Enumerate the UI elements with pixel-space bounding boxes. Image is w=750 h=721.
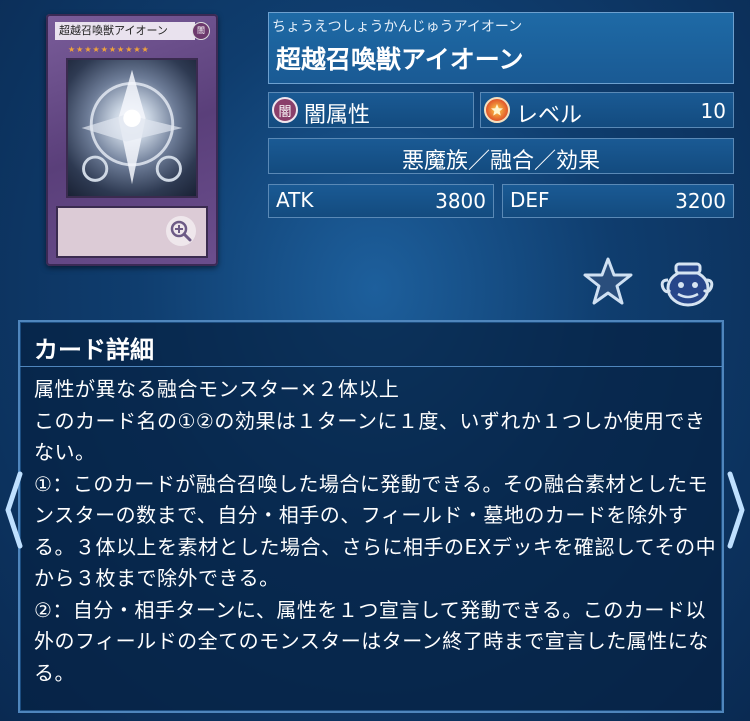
- detail-title: カード詳細: [34, 336, 154, 364]
- atk-label: ATK: [276, 188, 314, 212]
- card-title: 超越召喚獣アイオーン: [276, 45, 524, 74]
- card-image-attribute: 闇: [192, 22, 210, 40]
- attribute-label: 闇属性: [304, 103, 371, 128]
- attribute-field: [268, 92, 474, 128]
- level-label: レベル: [516, 103, 583, 128]
- card-image-stars: ★★★★★★★★★★: [68, 45, 150, 54]
- card-detail-panel[interactable]: カード詳細 属性が異なる融合モンスター×２体以上 このカード名の①②の効果は１タ…: [18, 320, 724, 713]
- card-text-box: [56, 206, 208, 258]
- card-artwork: [66, 58, 198, 198]
- card-effect-text: 属性が異なる融合モンスター×２体以上 このカード名の①②の効果は１ターンに１度、…: [34, 377, 717, 685]
- pot-icon: [660, 262, 714, 307]
- level-value: 10: [700, 99, 726, 123]
- card-image[interactable]: 超越召喚獣アイオーン 闇 ★★★★★★★★★★: [46, 14, 218, 266]
- zoom-in-icon: [170, 220, 192, 242]
- previous-card-button[interactable]: [2, 470, 24, 554]
- star-icon: [583, 257, 633, 305]
- card-image-name: 超越召喚獣アイオーン: [55, 22, 195, 40]
- dark-attribute-icon: 闇: [272, 97, 298, 123]
- atk-value: 3800: [435, 189, 486, 213]
- deck-button[interactable]: [660, 258, 714, 312]
- next-card-button[interactable]: [726, 470, 748, 554]
- card-ruby: ちょうえつしょうかんじゅうアイオーン: [272, 19, 523, 35]
- zoom-button[interactable]: [166, 216, 196, 246]
- chevron-left-icon: [5, 471, 23, 549]
- chevron-right-icon: [727, 471, 745, 549]
- level-star-icon: [484, 97, 510, 123]
- favorite-button[interactable]: [582, 256, 634, 310]
- def-value: 3200: [675, 189, 726, 213]
- detail-header: カード詳細: [20, 322, 722, 367]
- def-label: DEF: [510, 188, 550, 212]
- artwork-illustration: [81, 69, 183, 185]
- type-line: 悪魔族／融合／効果: [401, 149, 600, 174]
